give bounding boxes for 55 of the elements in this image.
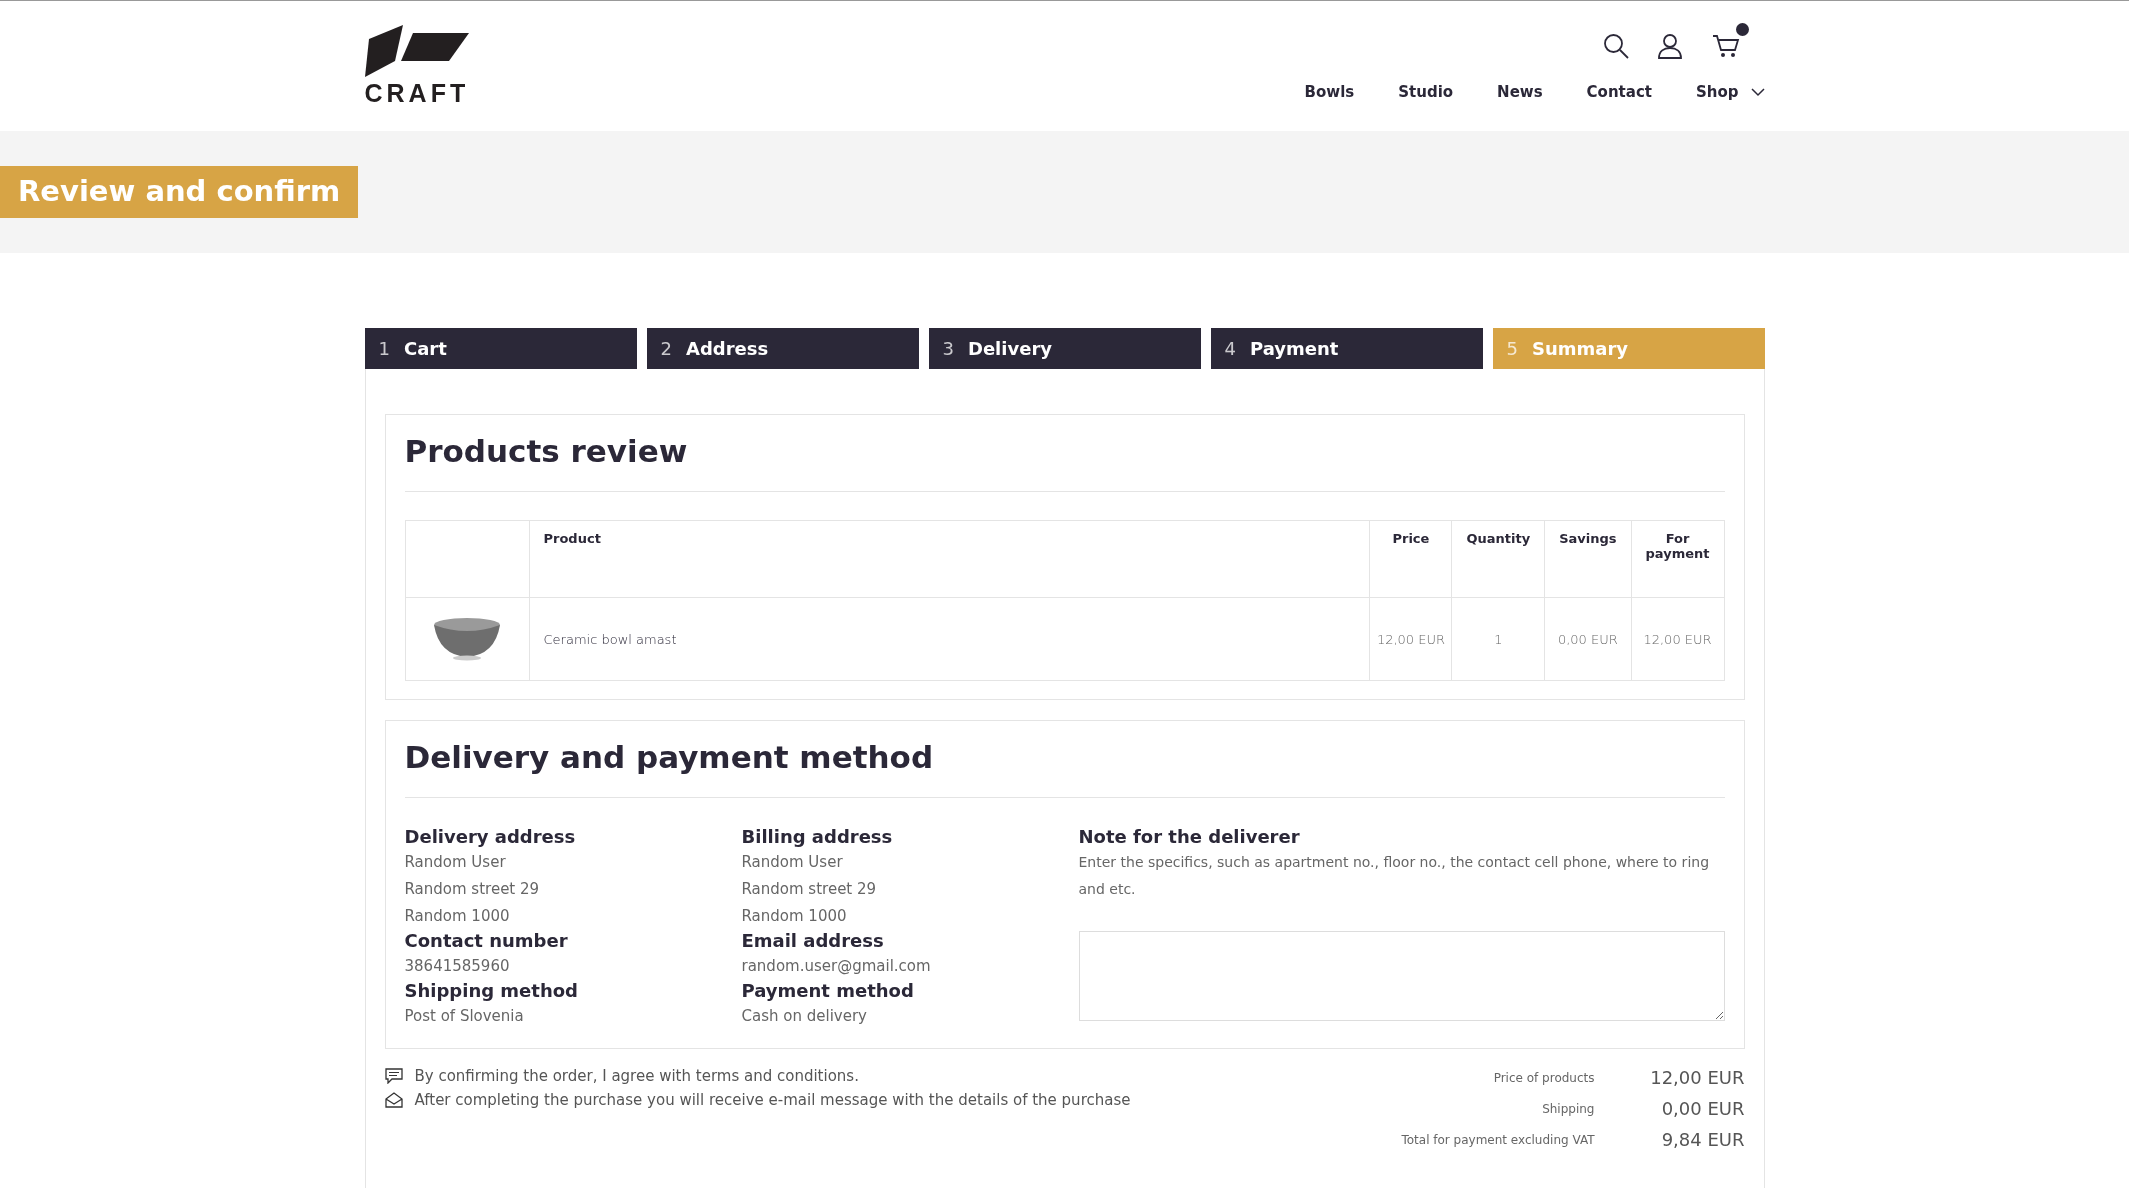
checkout-step-tab[interactable]: 1 Cart <box>364 328 637 369</box>
field-value: Random User <box>404 852 507 873</box>
envelope-icon <box>384 1092 403 1108</box>
checkout-step-tab[interactable]: 2 Address <box>646 328 919 369</box>
field-value: Random street 29 <box>404 879 541 900</box>
total-label: Shipping <box>1541 1101 1595 1116</box>
table-cell: 1 <box>1451 597 1545 681</box>
field-heading: Payment method <box>741 980 915 1001</box>
table-cell: Ceramic bowl amast <box>529 597 1370 681</box>
field-heading: Note for the deliverer <box>1078 826 1301 847</box>
field-value: Post of Slovenia <box>404 1006 525 1027</box>
total-label: Total for payment excluding VAT <box>1401 1132 1595 1147</box>
info-text: After completing the purchase you will receive e-mail message with the details of the purchase <box>414 1091 1131 1109</box>
nav-link[interactable]: Contact <box>1586 83 1652 101</box>
column-header: Price <box>1369 520 1452 598</box>
field-heading: Contact number <box>404 930 569 951</box>
chat-icon <box>384 1068 403 1084</box>
total-value: 0,00 EUR <box>1660 1098 1745 1119</box>
nav-link[interactable]: Studio <box>1398 83 1454 101</box>
note-input-field[interactable] <box>1078 931 1725 1021</box>
total-value: 9,84 EUR <box>1660 1129 1745 1150</box>
field-heading: Delivery address <box>404 826 577 847</box>
field-value: Cash on delivery <box>741 1006 868 1027</box>
field-heading: Billing address <box>741 826 894 847</box>
craft-logo[interactable]: CRAFT <box>364 1 475 131</box>
column-header: Product <box>529 520 1370 598</box>
table-cell: 12,00 EUR <box>1369 597 1452 681</box>
column-header: For payment <box>1631 520 1724 598</box>
field-value: Random 1000 <box>404 906 511 927</box>
field-hint: Enter the specifics, such as apartment no., floor no., the contact cell phone, where to ring and etc. <box>1078 853 1711 899</box>
checkout-step-tab[interactable]: 4 Payment <box>1210 328 1483 369</box>
total-label: Price of products <box>1492 1070 1595 1085</box>
user-icon[interactable] <box>1656 33 1683 59</box>
total-value: 12,00 EUR <box>1649 1067 1745 1088</box>
search-icon[interactable] <box>1602 33 1629 59</box>
nav-link[interactable]: Bowls <box>1304 83 1355 101</box>
section-title: Delivery and payment method <box>404 739 1725 798</box>
checkout-step-tab[interactable]: 3 Delivery <box>928 328 1201 369</box>
field-heading: Shipping method <box>404 980 579 1001</box>
field-value: random.user@gmail.com <box>741 956 932 977</box>
info-text: By confirming the order, I agree with terms and conditions. <box>414 1067 859 1085</box>
field-value: Random 1000 <box>741 906 848 927</box>
nav-link[interactable]: Shop <box>1695 83 1739 101</box>
field-value: Random street 29 <box>741 879 878 900</box>
page-title: Review and confirm <box>0 166 359 218</box>
nav-link[interactable]: News <box>1497 83 1543 101</box>
column-header: Savings <box>1544 520 1631 598</box>
field-value: Random User <box>741 852 844 873</box>
caret-icon[interactable] <box>1750 87 1765 97</box>
column-header: Quantity <box>1451 520 1545 598</box>
field-heading: Email address <box>741 930 885 951</box>
table-cell: 0,00 EUR <box>1544 597 1631 681</box>
section-title: Products review <box>404 433 1725 492</box>
field-value: 38641585960 <box>404 956 511 977</box>
table-cell: 12,00 EUR <box>1631 597 1724 681</box>
